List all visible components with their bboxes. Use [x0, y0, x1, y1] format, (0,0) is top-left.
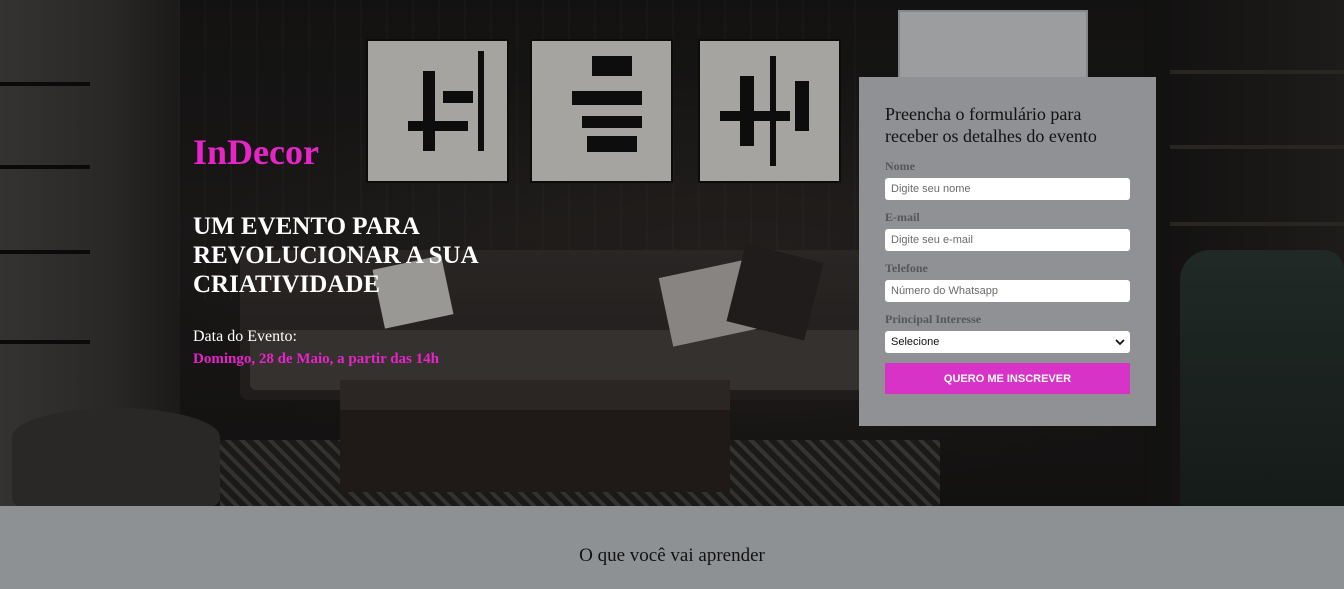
phone-field[interactable]	[885, 280, 1130, 302]
subscribe-button[interactable]: QUERO ME INSCREVER	[885, 363, 1130, 394]
phone-label: Telefone	[885, 261, 928, 275]
email-field[interactable]	[885, 229, 1130, 251]
name-label: Nome	[885, 159, 915, 173]
interest-select[interactable]: Selecione	[885, 331, 1130, 353]
section-title: O que você vai aprender	[579, 545, 765, 566]
hero-section: InDecor UM EVENTO PARA REVOLUCIONAR A SU…	[0, 0, 1344, 506]
interest-label: Principal Interesse	[885, 312, 982, 326]
form-title: Preencha o formulário para receber os de…	[885, 104, 1097, 146]
registration-form: Preencha o formulário para receber os de…	[859, 77, 1156, 426]
brand-logo-text: InDecor	[193, 132, 319, 172]
learning-section: O que você vai aprender	[0, 506, 1344, 589]
email-label: E-mail	[885, 210, 920, 224]
chevron-down-icon	[1115, 339, 1125, 346]
interest-select-value: Selecione	[891, 336, 940, 348]
event-date-value: Domingo, 28 de Maio, a partir das 14h	[193, 351, 439, 367]
event-date-label: Data do Evento:	[193, 328, 297, 345]
name-field[interactable]	[885, 178, 1130, 200]
hero-headline: UM EVENTO PARA REVOLUCIONAR A SUA CRIATI…	[193, 213, 478, 298]
